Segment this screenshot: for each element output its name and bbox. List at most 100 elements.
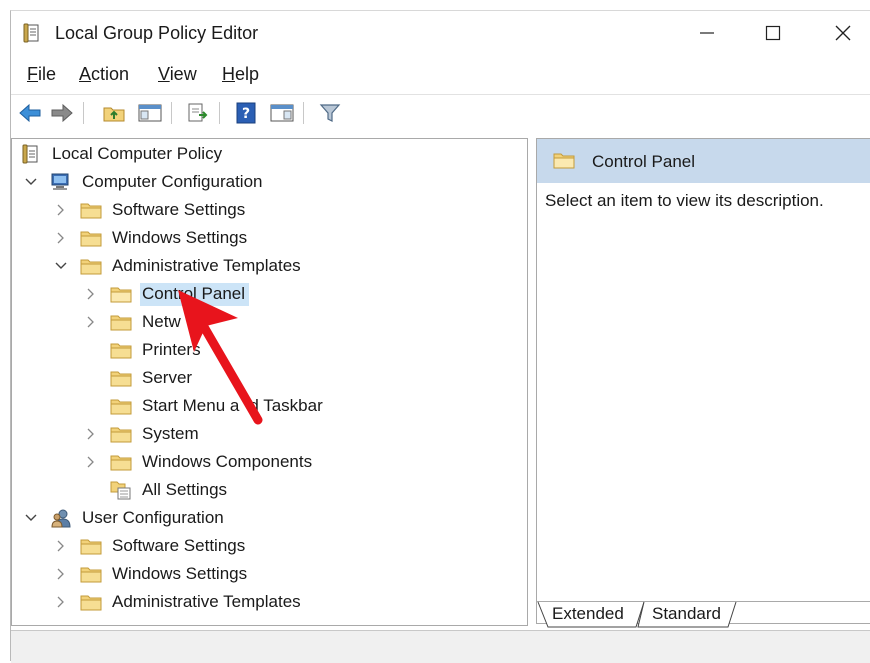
toolbar-separator: [83, 102, 84, 124]
toolbar: ?: [11, 94, 870, 131]
toolbar-separator: [219, 102, 220, 124]
chevron-down-icon[interactable]: [24, 175, 38, 189]
tree-item-label: System: [142, 423, 199, 443]
close-button[interactable]: [815, 11, 870, 55]
tree-item-computer-software-settings[interactable]: Software Settings: [54, 196, 249, 224]
tree-item-user-windows-settings[interactable]: Windows Settings: [54, 560, 251, 588]
details-header: Control Panel: [537, 139, 870, 183]
tree-item-server[interactable]: Server: [84, 364, 196, 392]
show-hide-action-pane-button[interactable]: [269, 100, 295, 126]
tree-item-printers[interactable]: Printers: [84, 336, 205, 364]
filter-icon: [319, 104, 341, 122]
folder-icon: [110, 452, 132, 472]
tree-item-label: Windows Components: [142, 451, 313, 471]
tree-item-network[interactable]: Netw: [84, 308, 185, 336]
tree-item-label-part: d Taskbar: [249, 395, 323, 415]
tree-item-label: Software Settings: [112, 199, 246, 219]
show-hide-console-tree-button[interactable]: [137, 100, 163, 126]
folder-icon: [110, 396, 132, 416]
help-button[interactable]: ?: [233, 100, 259, 126]
folder-open-icon: [110, 284, 132, 304]
tree-item-label: Printers: [142, 339, 201, 359]
tree-item-windows-components[interactable]: Windows Components: [84, 448, 316, 476]
tree-item-label-part: Start Menu a: [142, 395, 240, 415]
folder-icon: [110, 368, 132, 388]
chevron-right-icon[interactable]: [54, 567, 68, 581]
menu-help[interactable]: Help: [222, 64, 259, 85]
title-bar: Local Group Policy Editor: [11, 11, 870, 55]
vertical-scrollbar[interactable]: [857, 183, 870, 623]
details-title: Control Panel: [592, 152, 696, 171]
tree-item-label: Software Settings: [112, 535, 246, 555]
folder-icon: [80, 536, 102, 556]
chevron-down-icon[interactable]: [54, 259, 68, 273]
maximize-button[interactable]: [745, 11, 801, 55]
close-icon: [835, 25, 851, 41]
maximize-icon: [765, 25, 781, 41]
tree-item-computer-configuration[interactable]: Computer Configuration: [24, 168, 266, 196]
up-one-level-button[interactable]: [101, 100, 127, 126]
chevron-right-icon[interactable]: [54, 203, 68, 217]
folder-icon: [80, 564, 102, 584]
tree-item-label: Local Computer Policy: [52, 143, 223, 163]
tree-item-local-computer-policy[interactable]: Local Computer Policy: [16, 140, 226, 168]
menu-bar: File Action View Help: [11, 61, 870, 89]
folder-up-icon: [103, 107, 125, 122]
chevron-right-icon[interactable]: [54, 595, 68, 609]
tree-item-user-configuration[interactable]: User Configuration: [24, 504, 228, 532]
tree-item-label: Start Menu a d Taskbar: [140, 395, 327, 418]
folder-icon: [110, 312, 132, 332]
details-pane: Control Panel Select an item to view its…: [536, 138, 870, 624]
tree-item-label: Windows Settings: [112, 227, 248, 247]
all-settings-icon: [110, 480, 132, 500]
tree-item-control-panel[interactable]: Control Panel: [84, 280, 250, 308]
tree-item-label: User Configuration: [82, 507, 224, 527]
chevron-right-icon[interactable]: [84, 455, 98, 469]
minimize-button[interactable]: [679, 11, 735, 55]
tree-item-label: Windows Settings: [112, 563, 248, 583]
folder-icon: [80, 200, 102, 220]
folder-icon: [80, 228, 102, 248]
tree-item-computer-windows-settings[interactable]: Windows Settings: [54, 224, 251, 252]
export-list-button[interactable]: [185, 100, 211, 126]
chevron-right-icon[interactable]: [84, 315, 98, 329]
action-pane-icon: [270, 104, 294, 122]
forward-button[interactable]: [49, 100, 75, 126]
chevron-right-icon[interactable]: [84, 287, 98, 301]
menu-view[interactable]: View: [158, 64, 197, 85]
toolbar-separator: [303, 102, 304, 124]
details-description: Select an item to view its description.: [545, 191, 824, 210]
tree-item-start-menu-and-taskbar[interactable]: Start Menu a d Taskbar: [84, 392, 327, 420]
console-tree-icon: [138, 104, 162, 122]
folder-icon: [80, 256, 102, 276]
tree-item-all-settings[interactable]: All Settings: [84, 476, 231, 504]
tree-item-label: Netw: [142, 311, 181, 331]
chevron-right-icon[interactable]: [54, 231, 68, 245]
back-arrow-icon: [19, 103, 41, 123]
tree-item-computer-administrative-templates[interactable]: Administrative Templates: [54, 252, 305, 280]
svg-text:?: ?: [242, 106, 250, 122]
tree-item-system[interactable]: System: [84, 420, 203, 448]
tab-extended[interactable]: Extended: [552, 601, 624, 627]
folder-icon: [110, 424, 132, 444]
folder-icon: [80, 592, 102, 612]
tree-item-label: Administrative Templates: [112, 255, 301, 275]
forward-arrow-icon: [51, 103, 73, 123]
menu-action[interactable]: Action: [79, 64, 129, 85]
tree-item-label: Control Panel: [140, 282, 250, 306]
window-title: Local Group Policy Editor: [55, 23, 259, 43]
filter-button[interactable]: [317, 100, 343, 126]
help-icon: ?: [236, 102, 256, 124]
chevron-right-icon[interactable]: [54, 539, 68, 553]
console-tree-pane: Local Computer Policy Computer Configura…: [11, 138, 528, 626]
users-icon: [50, 508, 72, 528]
tree-item-user-software-settings[interactable]: Software Settings: [54, 532, 249, 560]
back-button[interactable]: [17, 100, 43, 126]
toolbar-separator: [171, 102, 172, 124]
tree-item-user-administrative-templates[interactable]: Administrative Templates: [54, 588, 305, 616]
chevron-right-icon[interactable]: [84, 427, 98, 441]
menu-file[interactable]: File: [27, 64, 56, 85]
chevron-down-icon[interactable]: [24, 511, 38, 525]
tab-standard[interactable]: Standard: [652, 601, 721, 627]
tree-item-label: Server: [142, 367, 193, 387]
